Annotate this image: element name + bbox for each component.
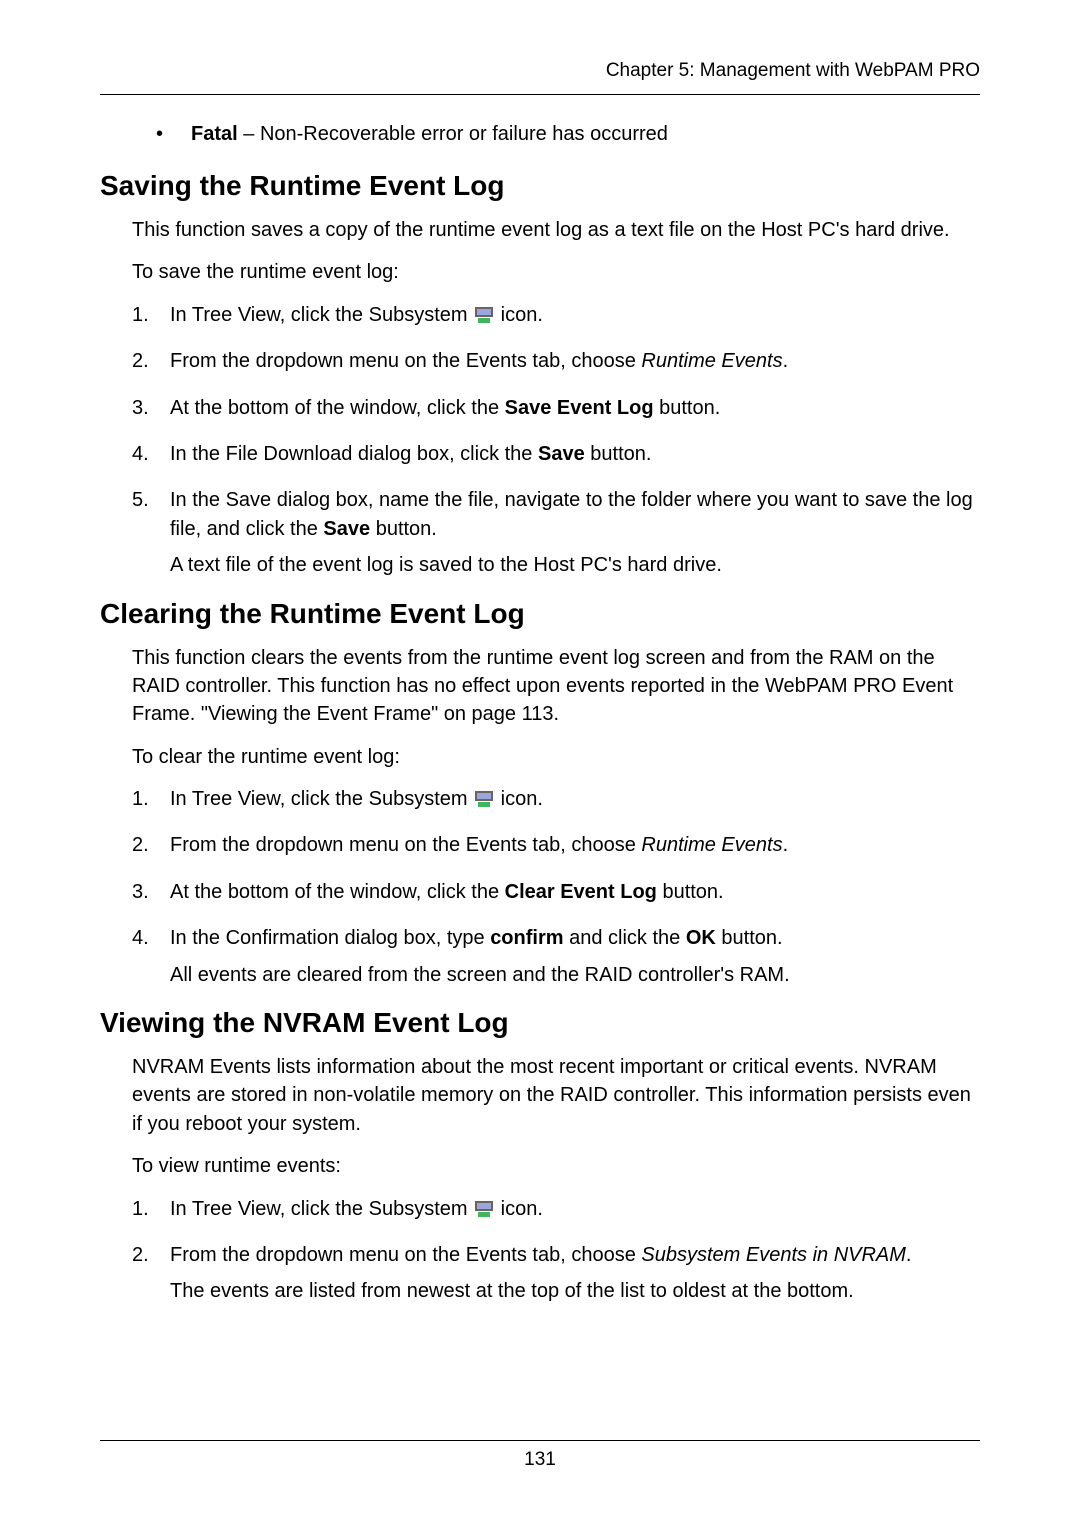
step-text: and click the <box>564 927 686 949</box>
step-text: button. <box>370 518 437 540</box>
step-text: In Tree View, click the Subsystem <box>170 304 473 326</box>
bullet-dot: • <box>156 123 163 146</box>
step-text: In Tree View, click the Subsystem <box>170 1198 473 1220</box>
list-item: 4. In the File Download dialog box, clic… <box>132 440 980 476</box>
step-text: button. <box>657 881 724 903</box>
step-text: . <box>783 834 789 856</box>
italic-text: Runtime Events <box>641 834 782 856</box>
list-item: 3. At the bottom of the window, click th… <box>132 878 980 914</box>
list-item: 5. In the Save dialog box, name the file… <box>132 486 980 587</box>
section-heading-clearing: Clearing the Runtime Event Log <box>100 598 980 630</box>
list-item: 1. In Tree View, click the Subsystem ico… <box>132 301 980 337</box>
page-header: Chapter 5: Management with WebPAM PRO <box>100 60 980 95</box>
bold-text: Save <box>538 443 585 465</box>
bold-text: OK <box>686 927 716 949</box>
page-footer: 131 <box>100 1440 980 1471</box>
step-text: . <box>783 350 789 372</box>
list-item: 2. From the dropdown menu on the Events … <box>132 831 980 867</box>
step-text: . <box>906 1244 912 1266</box>
subsystem-icon <box>475 1201 493 1217</box>
list-item: 3. At the bottom of the window, click th… <box>132 394 980 430</box>
step-text: At the bottom of the window, click the <box>170 881 505 903</box>
step-text: A text file of the event log is saved to… <box>170 551 980 579</box>
step-text: In Tree View, click the Subsystem <box>170 788 473 810</box>
bold-text: Save <box>323 518 370 540</box>
section-heading-saving: Saving the Runtime Event Log <box>100 170 980 202</box>
bold-text: Save Event Log <box>505 397 654 419</box>
step-text: icon. <box>495 788 543 810</box>
step-text: In the Save dialog box, name the file, n… <box>170 489 973 539</box>
bold-text: confirm <box>490 927 563 949</box>
body-text: This function saves a copy of the runtim… <box>132 216 980 244</box>
body-text: To view runtime events: <box>132 1152 980 1180</box>
step-text: From the dropdown menu on the Events tab… <box>170 1244 641 1266</box>
step-text: From the dropdown menu on the Events tab… <box>170 834 641 856</box>
step-text: button. <box>654 397 721 419</box>
italic-text: Runtime Events <box>641 350 782 372</box>
list-item: 4. In the Confirmation dialog box, type … <box>132 924 980 997</box>
italic-text: Subsystem Events in NVRAM <box>641 1244 906 1266</box>
step-text: All events are cleared from the screen a… <box>170 961 980 989</box>
step-text: button. <box>716 927 783 949</box>
section-heading-viewing-nvram: Viewing the NVRAM Event Log <box>100 1007 980 1039</box>
bullet-desc: – Non-Recoverable error or failure has o… <box>238 123 668 145</box>
step-text: At the bottom of the window, click the <box>170 397 505 419</box>
list-item: 2. From the dropdown menu on the Events … <box>132 347 980 383</box>
subsystem-icon <box>475 307 493 323</box>
page-number: 131 <box>524 1449 556 1470</box>
step-text: From the dropdown menu on the Events tab… <box>170 350 641 372</box>
list-item: 2. From the dropdown menu on the Events … <box>132 1241 980 1314</box>
step-text: icon. <box>495 304 543 326</box>
body-text: To save the runtime event log: <box>132 258 980 286</box>
body-text: This function clears the events from the… <box>132 644 980 729</box>
step-text: button. <box>585 443 652 465</box>
subsystem-icon <box>475 791 493 807</box>
list-item: 1. In Tree View, click the Subsystem ico… <box>132 1195 980 1231</box>
step-text: In the Confirmation dialog box, type <box>170 927 490 949</box>
step-text: icon. <box>495 1198 543 1220</box>
bullet-item: • Fatal – Non-Recoverable error or failu… <box>100 123 980 146</box>
bullet-term: Fatal <box>191 123 238 145</box>
body-text: To clear the runtime event log: <box>132 743 980 771</box>
bold-text: Clear Event Log <box>505 881 657 903</box>
step-text: The events are listed from newest at the… <box>170 1277 980 1305</box>
step-text: In the File Download dialog box, click t… <box>170 443 538 465</box>
list-item: 1. In Tree View, click the Subsystem ico… <box>132 785 980 821</box>
body-text: NVRAM Events lists information about the… <box>132 1053 980 1138</box>
